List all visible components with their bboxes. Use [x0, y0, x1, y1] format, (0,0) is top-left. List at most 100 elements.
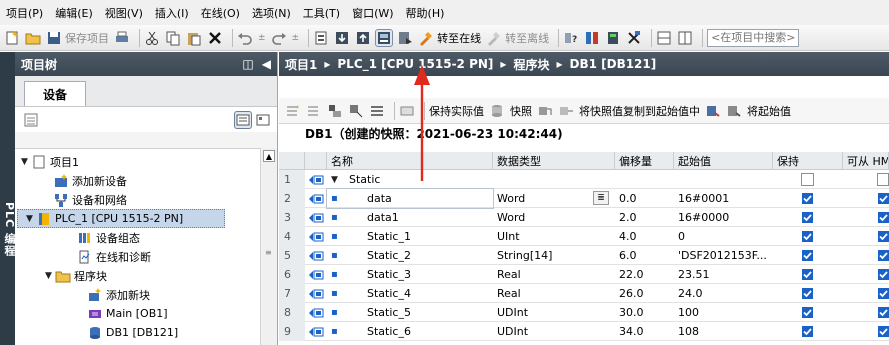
copy-start-values-button[interactable]: 将起始值 [747, 101, 791, 121]
go-online-button[interactable]: 转至在线 [418, 28, 481, 48]
start-value-cell[interactable]: 'DSF2012153F... [674, 246, 773, 265]
snapshot-load-icon[interactable] [558, 103, 574, 119]
simulation-icon[interactable] [397, 30, 413, 46]
collapse-arrow-icon[interactable]: ▼ [331, 175, 347, 185]
split-vertical-icon[interactable] [677, 30, 693, 46]
start-value-cell[interactable]: 16#0001 [674, 189, 773, 208]
start-value-cell[interactable]: 24.0 [674, 284, 773, 303]
start-value-cell[interactable]: 108 [674, 322, 773, 341]
tree-item[interactable]: 添加新块 [15, 285, 255, 304]
name-cell[interactable]: ▪ Static_5 [327, 303, 493, 322]
datatype-cell[interactable]: Real [493, 265, 615, 284]
paste-icon[interactable] [186, 30, 202, 46]
pin-icon[interactable]: ◫ [242, 57, 253, 71]
table-header-hmi[interactable]: 可从 HMI [843, 152, 889, 170]
tree-item[interactable]: 添加新设备 [15, 171, 255, 190]
monitor-icon[interactable] [399, 103, 415, 119]
retain-checkbox[interactable] [801, 173, 814, 186]
expand-arrow-icon[interactable]: ▼ [45, 271, 55, 281]
tree-item[interactable]: ▼ PLC_1 [CPU 1515-2 PN] [17, 209, 225, 228]
table-header-offset[interactable]: 偏移量 [615, 152, 674, 170]
datatype-cell[interactable]: UDInt [493, 322, 615, 341]
name-cell[interactable]: ▪ Static_2 [327, 246, 493, 265]
datatype-cell[interactable]: UInt [493, 227, 615, 246]
tree-item[interactable]: 在线和诊断 [15, 247, 255, 266]
breadcrumb-plc[interactable]: PLC_1 [CPU 1515-2 PN] [337, 57, 493, 71]
compile-icon[interactable] [313, 30, 329, 46]
table-header-icon[interactable] [305, 152, 327, 170]
tree-overview-icon[interactable] [255, 112, 271, 128]
table-row[interactable]: 3 ▪ data1 Word 2.0 16#0000 [279, 208, 889, 227]
tab-devices[interactable]: 设备 [24, 81, 86, 106]
table-header-num[interactable] [279, 152, 305, 170]
menu-help[interactable]: 帮助(H) [400, 5, 451, 21]
tree-filter-icon[interactable] [23, 112, 39, 128]
tree-item[interactable]: ▼ 程序块 [15, 266, 255, 285]
datatype-cell[interactable]: UDInt [493, 303, 615, 322]
tree-scrollbar[interactable]: ▲ ≡ [260, 148, 277, 345]
undo-icon[interactable] [237, 30, 253, 46]
collapse-panel-icon[interactable]: ◀ [262, 57, 271, 71]
add-row-icon[interactable] [306, 103, 322, 119]
initialize-icon[interactable] [726, 103, 742, 119]
insert-row-icon[interactable] [285, 103, 301, 119]
datatype-cell[interactable]: Real [493, 284, 615, 303]
load-start-values-icon[interactable] [705, 103, 721, 119]
snapshot-copy-icon[interactable] [537, 103, 553, 119]
expand-arrow-icon[interactable]: ▼ [21, 157, 31, 167]
tree-item[interactable]: 设备组态 [15, 228, 255, 247]
delete-icon[interactable] [207, 30, 223, 46]
menu-online[interactable]: 在线(O) [195, 5, 246, 21]
table-row[interactable]: 5 ▪ Static_2 String[14] 6.0 'DSF2012153F... [279, 246, 889, 265]
new-project-icon[interactable] [4, 30, 20, 46]
tree-item[interactable]: ▼ 项目1 [15, 152, 255, 171]
menu-view[interactable]: 视图(V) [99, 5, 149, 21]
table-header-retain[interactable]: 保持 [773, 152, 843, 170]
retain-checkbox[interactable] [801, 249, 814, 262]
name-cell[interactable]: ▪ data1 [327, 208, 493, 227]
menu-window[interactable]: 窗口(W) [346, 5, 399, 21]
table-row[interactable]: 8 ▪ Static_5 UDInt 30.0 100 [279, 303, 889, 322]
hmi-accessible-checkbox[interactable] [877, 230, 889, 243]
datatype-cell[interactable]: String[14] [493, 246, 615, 265]
go-offline-button[interactable]: 转至离线 [486, 28, 549, 48]
name-cell[interactable]: ▪ Static_3 [327, 265, 493, 284]
menu-insert[interactable]: 插入(I) [149, 5, 195, 21]
table-row[interactable]: 9 ▪ Static_6 UDInt 34.0 108 [279, 322, 889, 341]
retain-checkbox[interactable] [801, 325, 814, 338]
open-project-icon[interactable] [25, 30, 41, 46]
print-icon[interactable] [114, 30, 130, 46]
redo-dropdown[interactable]: ± [292, 28, 300, 48]
snapshot-save-icon[interactable] [375, 28, 394, 47]
upload-from-device-icon[interactable] [355, 30, 371, 46]
table-row[interactable]: 2 ▪ data Word ≣ 0.0 16#0001 [279, 188, 889, 209]
retain-checkbox[interactable] [801, 268, 814, 281]
name-cell[interactable]: ▪ Static_1 [327, 227, 493, 246]
copy-snapshot-to-start-button[interactable]: 将快照值复制到起始值中 [579, 101, 700, 121]
start-cpu-icon[interactable] [605, 30, 621, 46]
menu-project[interactable]: 项目(P) [0, 5, 49, 21]
start-value-cell[interactable]: 16#0000 [674, 208, 773, 227]
hmi-accessible-checkbox[interactable] [877, 306, 889, 319]
breadcrumb-db[interactable]: DB1 [DB121] [569, 57, 656, 71]
table-row[interactable]: 4 ▪ Static_1 UInt 4.0 0 [279, 227, 889, 246]
table-header-name[interactable]: 名称 [327, 152, 493, 170]
datatype-cell[interactable] [493, 170, 615, 189]
undo-dropdown[interactable]: ± [258, 28, 266, 48]
expand-all-icon[interactable] [327, 103, 343, 119]
accessible-devices-icon[interactable]: ? [563, 30, 579, 46]
name-cell[interactable]: ▪ data [326, 188, 494, 209]
expand-arrow-icon[interactable]: ▼ [26, 214, 36, 224]
datatype-cell[interactable]: Word ≣ [493, 189, 615, 208]
redo-icon[interactable] [271, 30, 287, 46]
start-value-cell[interactable] [674, 170, 773, 189]
hmi-accessible-checkbox[interactable] [877, 173, 889, 186]
cut-icon[interactable] [144, 30, 160, 46]
split-horizontal-icon[interactable] [656, 30, 672, 46]
start-value-cell[interactable]: 23.51 [674, 265, 773, 284]
save-project-button[interactable]: 保存项目 [46, 28, 109, 48]
hmi-accessible-checkbox[interactable] [877, 249, 889, 262]
retain-checkbox[interactable] [801, 306, 814, 319]
collapse-all-icon[interactable] [348, 103, 364, 119]
retain-checkbox[interactable] [801, 211, 814, 224]
